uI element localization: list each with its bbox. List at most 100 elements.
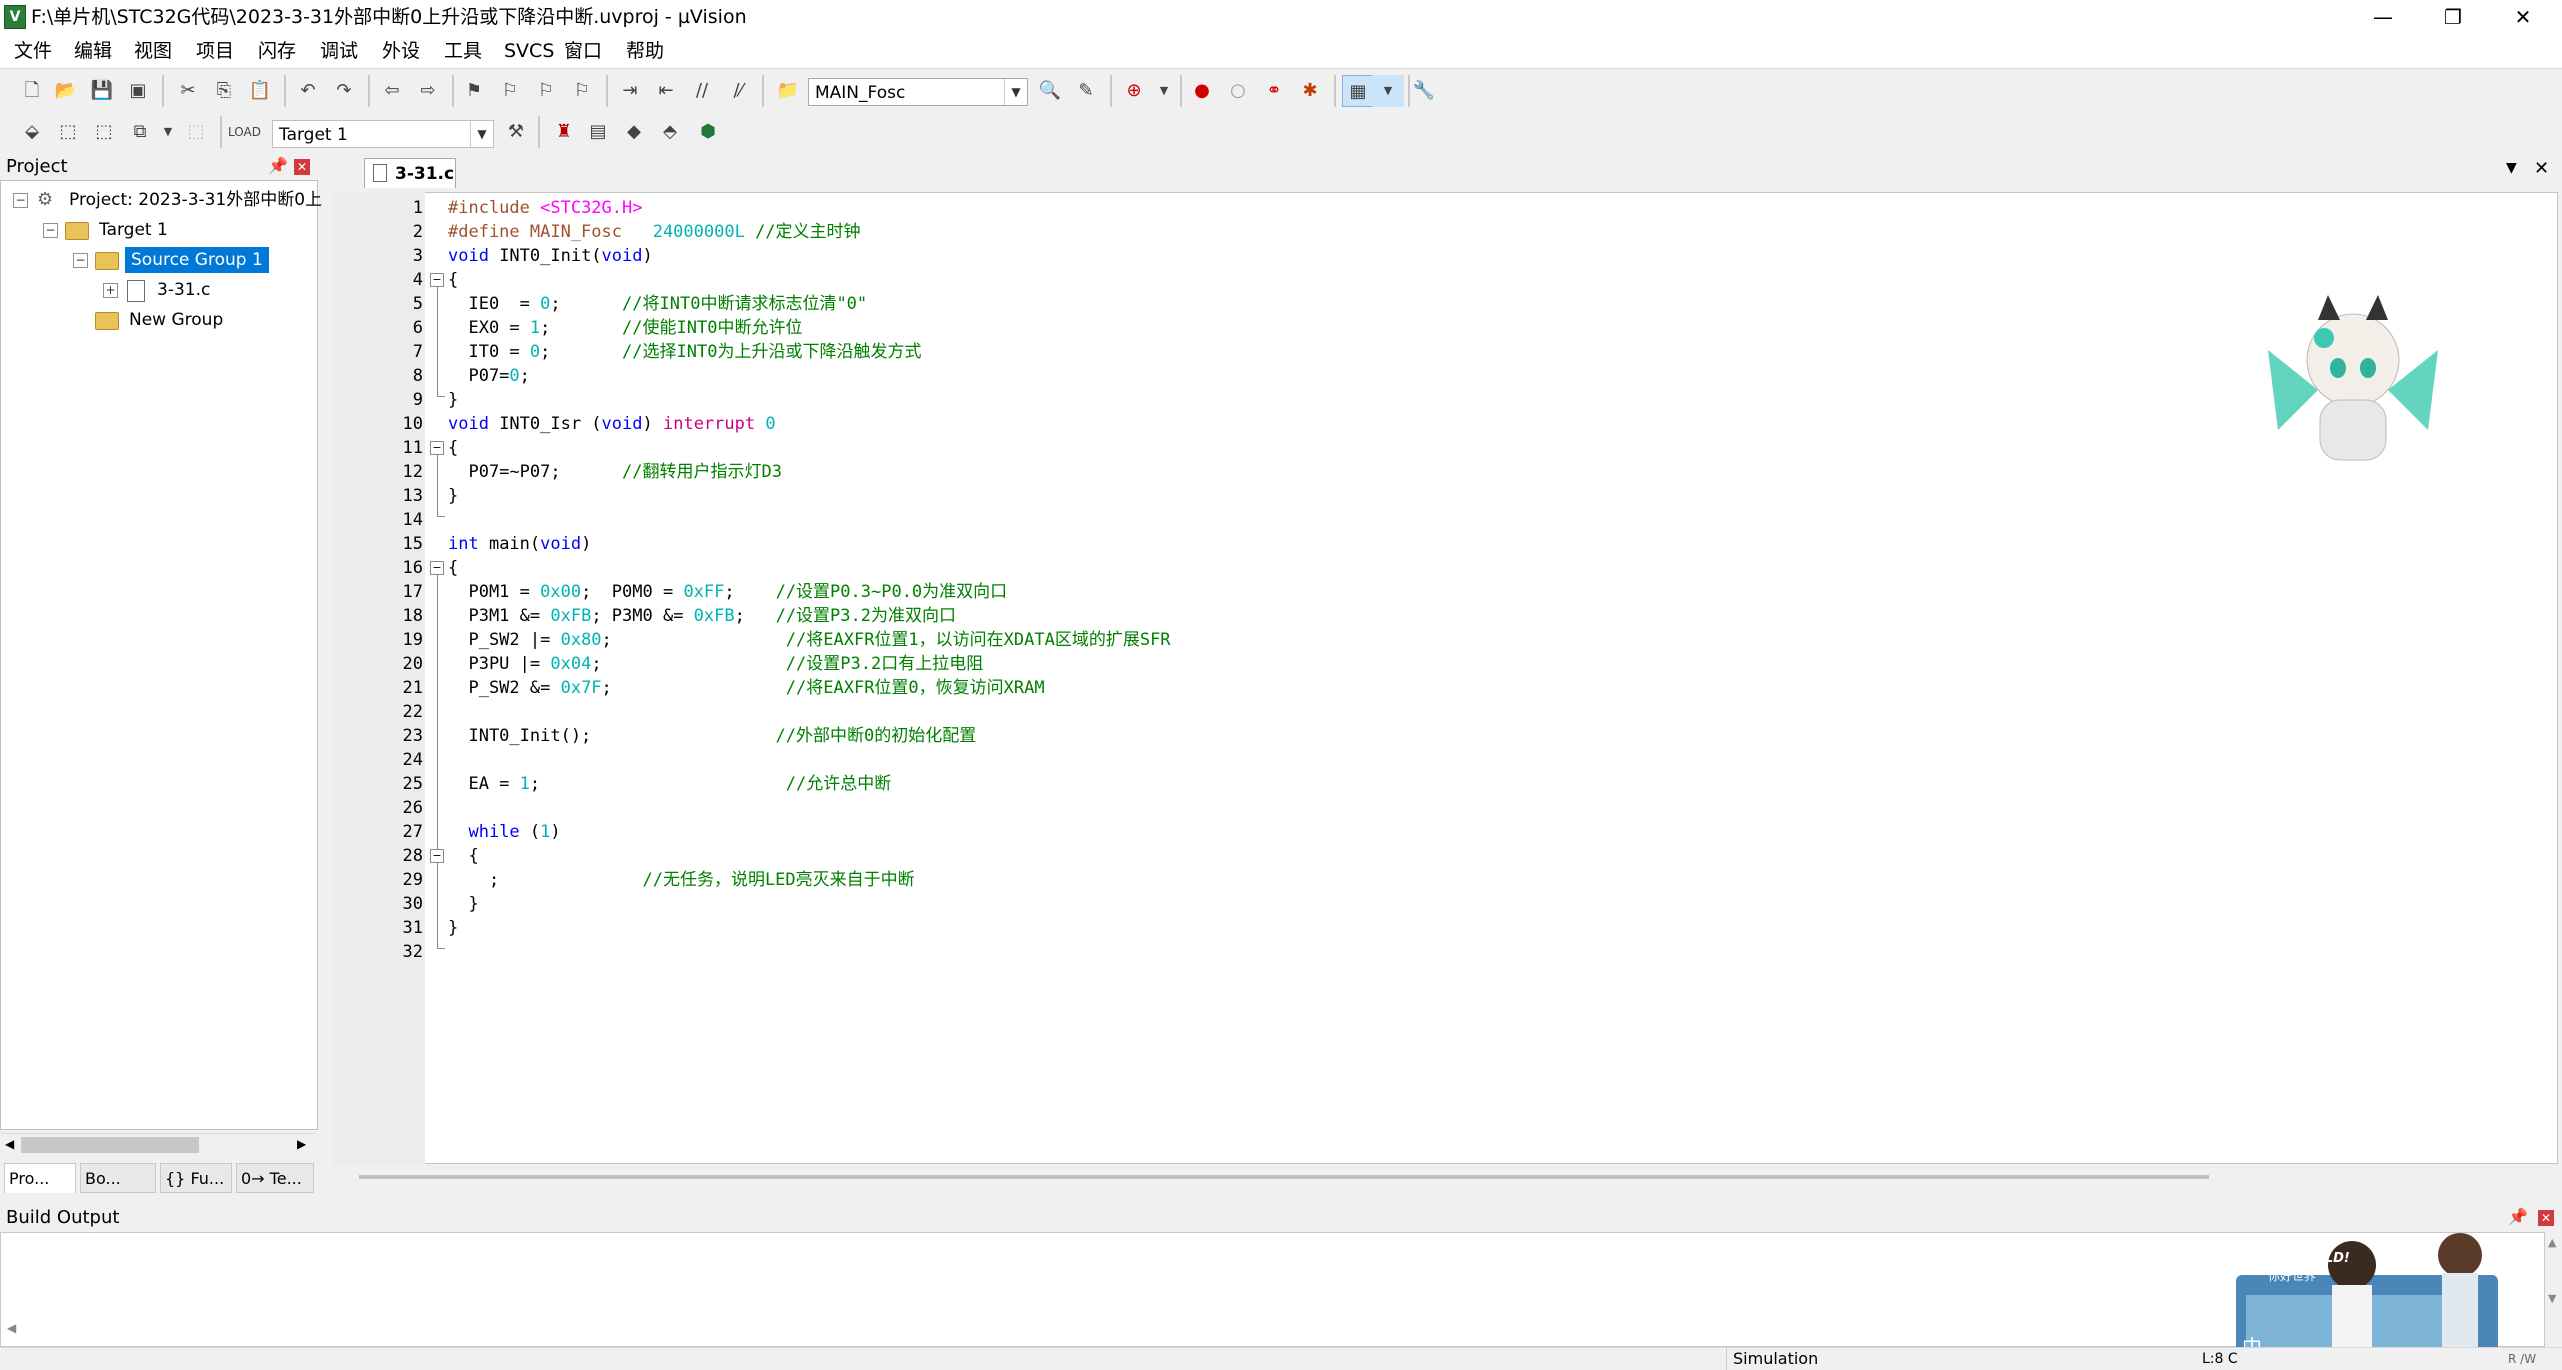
chevron-down-icon[interactable]: ▼ bbox=[470, 121, 493, 147]
tree-hscrollbar[interactable]: ◀ ▶ bbox=[1, 1133, 317, 1156]
pack-installer-icon[interactable]: ⬘ bbox=[654, 116, 686, 148]
close-tab-icon[interactable]: ✕ bbox=[2534, 158, 2549, 179]
line-number: 24 bbox=[402, 750, 423, 770]
menu-view[interactable]: 视图 bbox=[128, 34, 178, 68]
nav-back-icon[interactable]: ⇦ bbox=[376, 75, 408, 107]
collapse-icon[interactable]: − bbox=[13, 193, 28, 208]
redo-icon[interactable]: ↷ bbox=[328, 75, 360, 107]
unindent-icon[interactable]: ⇤ bbox=[650, 75, 682, 107]
expand-icon[interactable]: + bbox=[103, 283, 118, 298]
editor-hscrollbar[interactable] bbox=[333, 1164, 2558, 1190]
line-number: 27 bbox=[402, 822, 423, 842]
menu-debug[interactable]: 调试 bbox=[314, 34, 364, 68]
menu-edit[interactable]: 编辑 bbox=[68, 34, 118, 68]
close-panel-icon[interactable]: ✕ bbox=[2538, 1210, 2554, 1226]
chevron-down-icon[interactable]: ▼ bbox=[1148, 75, 1180, 107]
tab-project[interactable]: Pro... bbox=[4, 1163, 76, 1193]
scroll-down-icon[interactable]: ▼ bbox=[2548, 1292, 2556, 1305]
collapse-icon[interactable]: − bbox=[73, 253, 88, 268]
tree-item-target[interactable]: − Target 1 bbox=[1, 216, 319, 244]
save-icon[interactable]: 💾 bbox=[86, 75, 118, 107]
scroll-thumb[interactable] bbox=[359, 1175, 2209, 1179]
breakpoint-insert-icon[interactable]: ● bbox=[1186, 75, 1218, 107]
menu-window[interactable]: 窗口 bbox=[558, 34, 608, 68]
open-file-icon[interactable]: 📂 bbox=[50, 75, 82, 107]
build-vscrollbar[interactable]: ▲ ▼ bbox=[2545, 1232, 2562, 1347]
find-combo[interactable]: MAIN_Fosc ▼ bbox=[808, 78, 1028, 106]
code-line-29: ; //无任务，说明LED亮灭来自于中断 bbox=[448, 868, 915, 892]
chevron-down-icon[interactable]: ▼ bbox=[1004, 79, 1027, 105]
fold-toggle-icon[interactable]: − bbox=[430, 561, 444, 575]
new-file-icon[interactable]: 🗋 bbox=[16, 75, 48, 107]
tree-item-file[interactable]: + 3-31.c bbox=[1, 276, 319, 304]
menu-flash[interactable]: 闪存 bbox=[252, 34, 302, 68]
tab-templates[interactable]: 0→ Te... bbox=[236, 1163, 314, 1193]
target-combo[interactable]: Target 1 ▼ bbox=[272, 120, 494, 148]
scroll-thumb[interactable] bbox=[21, 1137, 199, 1153]
scroll-right-icon[interactable]: ▶ bbox=[297, 1137, 306, 1151]
select-packs-icon[interactable]: ▤ bbox=[582, 116, 614, 148]
cut-icon[interactable]: ✂ bbox=[172, 75, 204, 107]
target-options-icon[interactable]: ⚒ bbox=[500, 116, 532, 148]
tab-list-dropdown-icon[interactable]: ▼ bbox=[2506, 160, 2517, 176]
fold-toggle-icon[interactable]: − bbox=[430, 849, 444, 863]
menu-tools[interactable]: 工具 bbox=[438, 34, 488, 68]
pin-icon[interactable]: 📌 bbox=[268, 156, 288, 175]
scroll-left-icon[interactable]: ◀ bbox=[5, 1137, 14, 1151]
stop-build-icon[interactable]: ⬚ bbox=[180, 116, 212, 148]
restore-button[interactable]: ❐ bbox=[2418, 0, 2488, 34]
collapse-icon[interactable]: − bbox=[43, 223, 58, 238]
menu-file[interactable]: 文件 bbox=[8, 34, 58, 68]
fold-toggle-icon[interactable]: − bbox=[430, 273, 444, 287]
scroll-up-icon[interactable]: ▲ bbox=[2548, 1236, 2556, 1249]
bookmark-clear-icon[interactable]: ⚐ bbox=[566, 75, 598, 107]
manage-project-items-icon[interactable]: ♜ bbox=[548, 116, 580, 148]
tab-books[interactable]: Bo... bbox=[80, 1163, 156, 1193]
bookmark-next-icon[interactable]: ⚐ bbox=[530, 75, 562, 107]
fold-toggle-icon[interactable]: − bbox=[430, 441, 444, 455]
tree-item-source-group[interactable]: − Source Group 1 bbox=[1, 246, 319, 274]
menu-project[interactable]: 项目 bbox=[190, 34, 240, 68]
tab-3-31-c[interactable]: 3-31.c bbox=[364, 158, 456, 188]
translate-icon[interactable]: ⬙ bbox=[16, 116, 48, 148]
rebuild-icon[interactable]: ⬚ bbox=[88, 116, 120, 148]
multi-project-icon[interactable]: ⬢ bbox=[692, 116, 724, 148]
paste-icon[interactable]: 📋 bbox=[244, 75, 276, 107]
find-icon[interactable]: 🔍 bbox=[1034, 75, 1066, 107]
breakpoint-disable-all-icon[interactable]: ⚭ bbox=[1258, 75, 1290, 107]
window-layout-icon[interactable]: ▦ bbox=[1342, 75, 1374, 107]
line-number: 9 bbox=[412, 390, 423, 410]
close-window-button[interactable]: ✕ bbox=[2488, 0, 2558, 34]
menu-help[interactable]: 帮助 bbox=[620, 34, 670, 68]
tree-item-new-group[interactable]: New Group bbox=[1, 306, 319, 334]
comment-icon[interactable]: // bbox=[686, 75, 718, 107]
find-in-files-icon[interactable]: 📁 bbox=[772, 75, 804, 107]
code-line-16: { bbox=[448, 558, 459, 578]
tree-item-project[interactable]: − ⚙ Project: 2023-3-31外部中断0上 bbox=[1, 186, 322, 214]
menu-svcs[interactable]: SVCS bbox=[498, 34, 560, 68]
indent-icon[interactable]: ⇥ bbox=[614, 75, 646, 107]
configure-wrench-icon[interactable]: 🔧 bbox=[1408, 75, 1440, 107]
scroll-left-icon[interactable]: ◀ bbox=[7, 1321, 16, 1335]
undo-icon[interactable]: ↶ bbox=[292, 75, 324, 107]
build-icon[interactable]: ⬚ bbox=[52, 116, 84, 148]
close-panel-icon[interactable]: ✕ bbox=[294, 159, 310, 175]
pin-icon[interactable]: 📌 bbox=[2508, 1207, 2528, 1226]
tab-functions[interactable]: {} Fu... bbox=[160, 1163, 232, 1193]
breakpoint-kill-all-icon[interactable]: ✱ bbox=[1294, 75, 1326, 107]
minimize-button[interactable]: — bbox=[2348, 0, 2418, 34]
download-load-icon[interactable]: LOAD bbox=[228, 116, 261, 148]
menu-peripherals[interactable]: 外设 bbox=[376, 34, 426, 68]
breakpoint-enable-icon[interactable]: ○ bbox=[1222, 75, 1254, 107]
bookmark-prev-icon[interactable]: ⚐ bbox=[494, 75, 526, 107]
bookmark-toggle-icon[interactable]: ⚑ bbox=[458, 75, 490, 107]
build-output-area[interactable]: ◀ bbox=[0, 1232, 2545, 1347]
uncomment-icon[interactable]: /⁄ bbox=[722, 75, 754, 107]
chevron-down-icon[interactable]: ▼ bbox=[1372, 75, 1404, 107]
nav-forward-icon[interactable]: ⇨ bbox=[412, 75, 444, 107]
copy-icon[interactable]: ⎘ bbox=[208, 75, 240, 107]
save-all-icon[interactable]: ▣ bbox=[122, 75, 154, 107]
debug-session-icon[interactable]: ⊕ bbox=[1118, 75, 1150, 107]
incremental-find-icon[interactable]: ✎ bbox=[1070, 75, 1102, 107]
manage-rte-icon[interactable]: ◆ bbox=[618, 116, 650, 148]
